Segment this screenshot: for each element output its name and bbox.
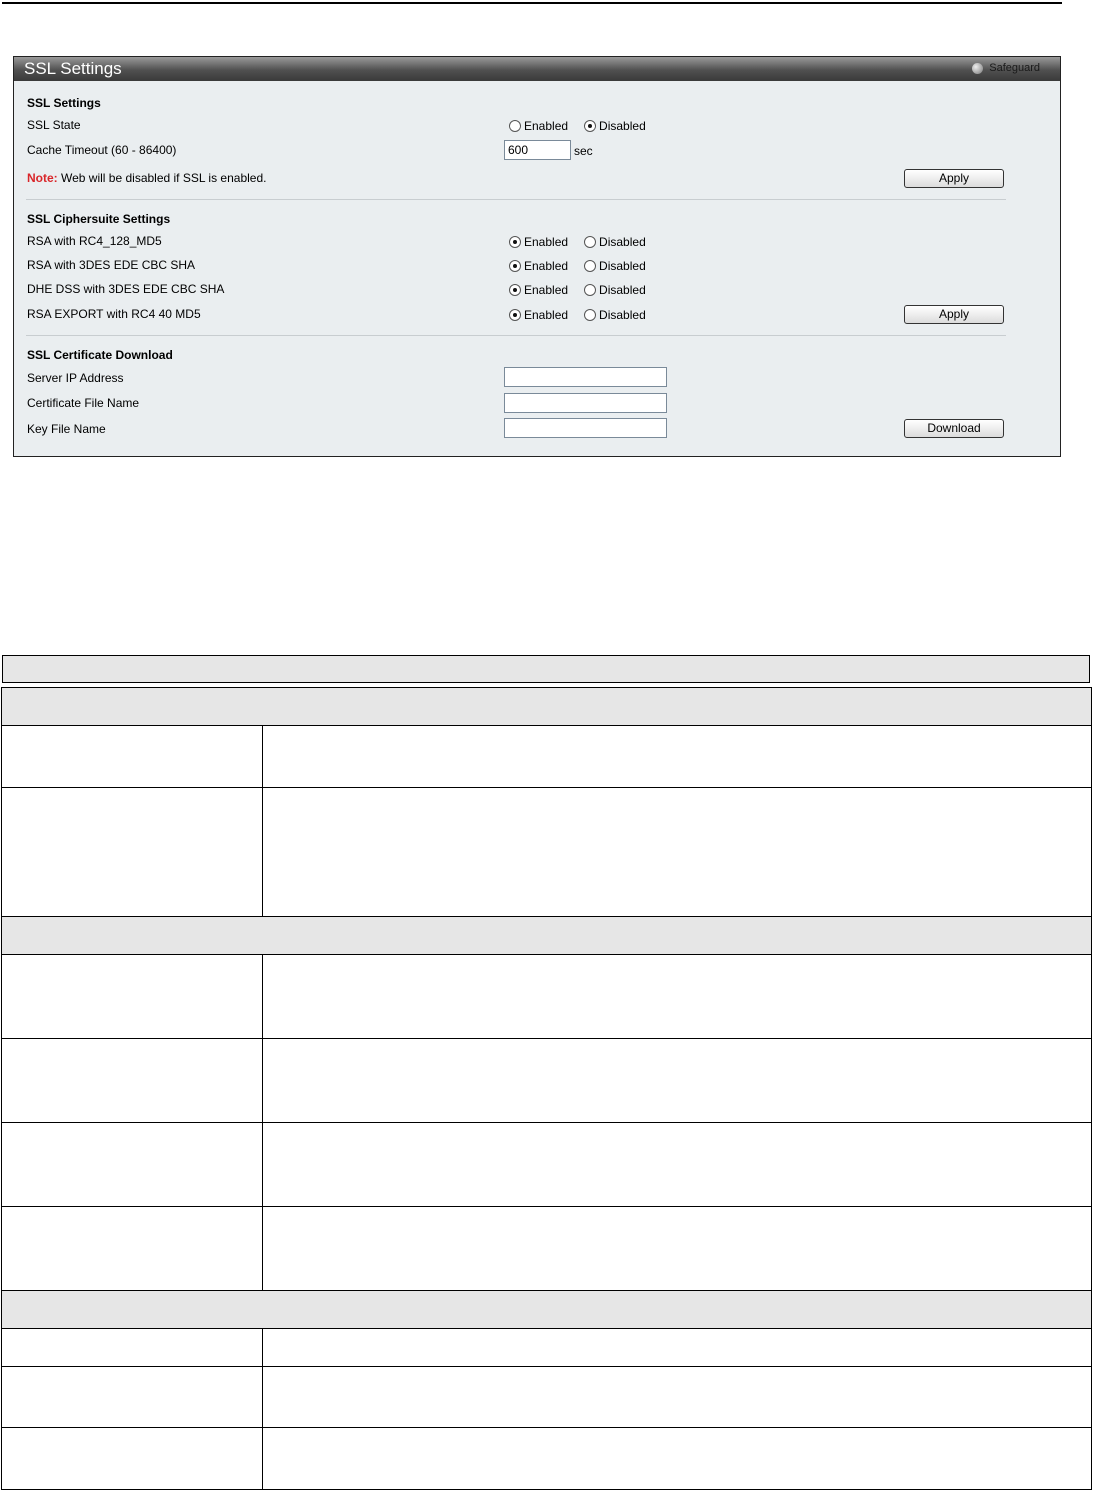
radio-label-enabled: Enabled xyxy=(524,119,569,133)
table-row xyxy=(1,787,1092,917)
radio-label-disabled: Disabled xyxy=(599,259,646,273)
top-rule xyxy=(2,2,1062,4)
note-body: Web will be disabled if SSL is enabled. xyxy=(57,171,267,185)
cipher-label-rsa-export-rc4: RSA EXPORT with RC4 40 MD5 xyxy=(27,307,201,321)
description-cell xyxy=(262,1366,1092,1428)
ciphersuite-heading: SSL Ciphersuite Settings xyxy=(27,212,171,226)
table-row xyxy=(1,1427,1092,1490)
panel-title: SSL Settings xyxy=(24,59,122,78)
description-cell xyxy=(262,954,1092,1039)
parameter-description-table xyxy=(1,687,1092,1490)
panel-header: SSL Settings Safeguard xyxy=(14,57,1060,81)
ssl-settings-panel: SSL Settings Safeguard SSL Settings SSL … xyxy=(13,56,1061,457)
table-row xyxy=(1,1206,1092,1291)
note-prefix: Note: xyxy=(27,171,58,185)
cipher-rsa-rc4-128-md5-disabled-radio[interactable] xyxy=(584,236,597,248)
ssl-state-radios: Enabled Disabled xyxy=(509,119,662,133)
table-row xyxy=(1,725,1092,788)
param-cell xyxy=(1,787,263,917)
param-cell xyxy=(1,1122,263,1207)
cipher-radios-rsa-3des: Enabled Disabled xyxy=(509,259,662,273)
description-cell xyxy=(262,725,1092,788)
cipher-rsa-export-rc4-disabled-radio[interactable] xyxy=(584,309,597,321)
radio-label-enabled: Enabled xyxy=(524,308,569,322)
table-row xyxy=(1,1122,1092,1207)
ssl-state-enabled-radio[interactable] xyxy=(509,120,521,132)
cipher-radios-dhe-dss-3des: Enabled Disabled xyxy=(509,283,662,297)
cipher-rsa-export-rc4-enabled-radio[interactable] xyxy=(509,309,521,321)
ssl-settings-heading: SSL Settings xyxy=(27,96,101,110)
description-cell xyxy=(262,1206,1092,1291)
radio-label-disabled: Disabled xyxy=(599,308,646,322)
safeguard-indicator[interactable]: Safeguard xyxy=(972,62,1040,74)
radio-label-enabled: Enabled xyxy=(524,235,569,249)
cipher-radios-rsa-export-rc4: Enabled Disabled xyxy=(509,308,662,322)
cipher-radios-rsa-rc4-128-md5: Enabled Disabled xyxy=(509,235,662,249)
table-section-cell xyxy=(1,1290,1092,1329)
cipher-label-dhe-dss-3des: DHE DSS with 3DES EDE CBC SHA xyxy=(27,282,225,296)
cipher-label-rsa-rc4-128-md5: RSA with RC4_128_MD5 xyxy=(27,234,162,248)
radio-label-disabled: Disabled xyxy=(599,235,646,249)
cipher-label-rsa-3des: RSA with 3DES EDE CBC SHA xyxy=(27,258,196,272)
description-cell xyxy=(262,1038,1092,1123)
param-cell xyxy=(1,1366,263,1428)
cache-timeout-unit: sec xyxy=(574,144,593,158)
download-button[interactable]: Download xyxy=(904,419,1004,438)
param-cell xyxy=(1,1038,263,1123)
ssl-state-label: SSL State xyxy=(27,118,81,132)
description-cell xyxy=(262,787,1092,917)
table-row xyxy=(1,1038,1092,1123)
ssl-state-disabled-radio[interactable] xyxy=(584,120,597,132)
key-file-label: Key File Name xyxy=(27,422,106,436)
note-text: Note: Web will be disabled if SSL is ena… xyxy=(27,171,266,185)
cipher-dhe-dss-3des-enabled-radio[interactable] xyxy=(509,284,521,296)
key-file-input[interactable] xyxy=(504,418,667,438)
server-ip-label: Server IP Address xyxy=(27,371,124,385)
safeguard-label: Safeguard xyxy=(989,62,1040,74)
certificate-file-input[interactable] xyxy=(504,393,667,413)
description-cell xyxy=(262,1427,1092,1490)
cipher-rsa-rc4-128-md5-enabled-radio[interactable] xyxy=(509,236,521,248)
table-row xyxy=(1,954,1092,1039)
safeguard-icon xyxy=(972,62,984,74)
table-section-cell xyxy=(1,687,1092,726)
cache-timeout-input[interactable] xyxy=(504,140,571,160)
radio-label-disabled: Disabled xyxy=(599,283,646,297)
param-cell xyxy=(1,954,263,1039)
ssl-settings-apply-button[interactable]: Apply xyxy=(904,169,1004,188)
table-section-row xyxy=(1,687,1092,726)
cache-timeout-label: Cache Timeout (60 - 86400) xyxy=(27,143,177,157)
section-divider xyxy=(26,335,1006,336)
description-cell xyxy=(262,1328,1092,1367)
table-row xyxy=(1,1366,1092,1428)
table-section-cell xyxy=(1,916,1092,955)
certificate-heading: SSL Certificate Download xyxy=(27,348,173,362)
description-cell xyxy=(262,1122,1092,1207)
cipher-rsa-3des-disabled-radio[interactable] xyxy=(584,260,597,272)
table-section-row xyxy=(1,1290,1092,1329)
table-section-row xyxy=(1,916,1092,955)
certificate-file-label: Certificate File Name xyxy=(27,396,140,410)
param-cell xyxy=(1,1328,263,1367)
param-cell xyxy=(1,1427,263,1490)
table-caption-bar xyxy=(2,655,1090,683)
radio-label-enabled: Enabled xyxy=(524,283,569,297)
param-cell xyxy=(1,725,263,788)
table-row xyxy=(1,1328,1092,1367)
server-ip-input[interactable] xyxy=(504,367,667,387)
radio-label-disabled: Disabled xyxy=(599,119,646,133)
radio-label-enabled: Enabled xyxy=(524,259,569,273)
cipher-dhe-dss-3des-disabled-radio[interactable] xyxy=(584,284,597,296)
cipher-rsa-3des-enabled-radio[interactable] xyxy=(509,260,521,272)
param-cell xyxy=(1,1206,263,1291)
section-divider xyxy=(26,199,1006,200)
ciphersuite-apply-button[interactable]: Apply xyxy=(904,305,1004,324)
